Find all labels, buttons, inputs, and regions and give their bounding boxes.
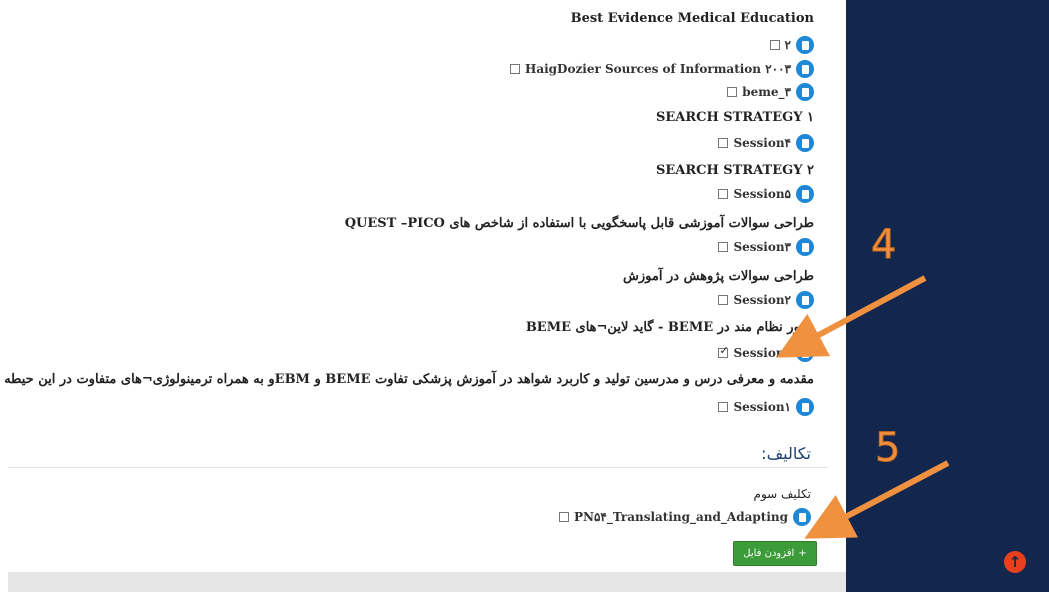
annotation-arrows xyxy=(776,275,950,539)
annotation-arrow-4 xyxy=(776,275,927,358)
annotation-arrow-5 xyxy=(804,460,950,539)
